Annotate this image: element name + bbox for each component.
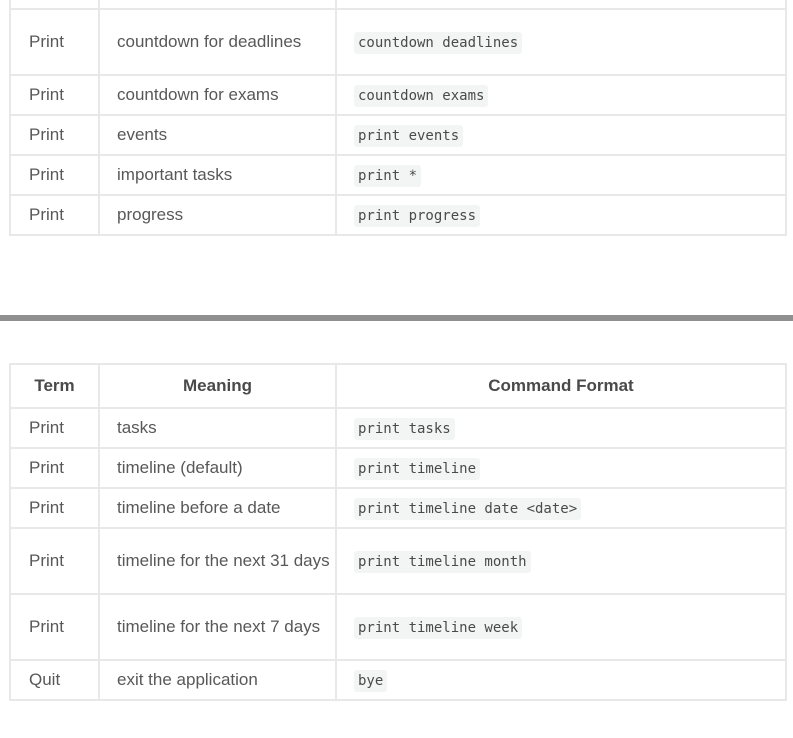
commands-table-continued: Print countdown for deadlines countdown … bbox=[9, 0, 787, 236]
command-code: countdown deadlines bbox=[354, 32, 523, 54]
command-cell: print timeline week bbox=[335, 593, 787, 661]
header-term: Term bbox=[9, 363, 100, 409]
header-command-format: Command Format bbox=[335, 363, 787, 409]
meaning-cell: countdown for deadlines bbox=[98, 8, 337, 76]
command-cell: print * bbox=[335, 154, 787, 196]
table-row: Print tasks print tasks bbox=[9, 407, 787, 449]
term-cell: Print bbox=[9, 407, 100, 449]
term-cell: Print bbox=[9, 447, 100, 489]
meaning-cell: progress bbox=[98, 194, 337, 236]
table-row: Print progress print progress bbox=[9, 194, 787, 236]
header-meaning: Meaning bbox=[98, 363, 337, 409]
command-code: print timeline month bbox=[354, 551, 531, 573]
command-cell: countdown deadlines bbox=[335, 8, 787, 76]
table-row: Print timeline for the next 7 days print… bbox=[9, 593, 787, 661]
meaning-cell: important tasks bbox=[98, 154, 337, 196]
table-row: Print timeline before a date print timel… bbox=[9, 487, 787, 529]
command-cell: print timeline bbox=[335, 447, 787, 489]
term-cell: Print bbox=[9, 527, 100, 595]
term-cell: Print bbox=[9, 74, 100, 116]
table-row: Print countdown for deadlines countdown … bbox=[9, 8, 787, 76]
command-code: bye bbox=[354, 670, 388, 692]
command-code: print * bbox=[354, 165, 422, 187]
table-row bbox=[9, 0, 787, 10]
command-code: print timeline week bbox=[354, 617, 523, 639]
term-cell: Quit bbox=[9, 659, 100, 701]
table-row: Print timeline (default) print timeline bbox=[9, 447, 787, 489]
command-code: print timeline bbox=[354, 458, 481, 480]
term-cell: Print bbox=[9, 487, 100, 529]
table-row: Quit exit the application bye bbox=[9, 659, 787, 701]
term-cell: Print bbox=[9, 194, 100, 236]
term-cell: Print bbox=[9, 593, 100, 661]
table-row: Print important tasks print * bbox=[9, 154, 787, 196]
command-cell: bye bbox=[335, 659, 787, 701]
meaning-cell: events bbox=[98, 114, 337, 156]
command-code: countdown exams bbox=[354, 85, 489, 107]
table-row: Print events print events bbox=[9, 114, 787, 156]
command-cell: print tasks bbox=[335, 407, 787, 449]
meaning-cell bbox=[98, 0, 337, 10]
command-cell: countdown exams bbox=[335, 74, 787, 116]
table-row: Print timeline for the next 31 days prin… bbox=[9, 527, 787, 595]
command-code: print timeline date <date> bbox=[354, 498, 582, 520]
commands-table: Term Meaning Command Format Print tasks … bbox=[9, 363, 787, 701]
command-cell: print events bbox=[335, 114, 787, 156]
command-cell: print progress bbox=[335, 194, 787, 236]
meaning-cell: timeline (default) bbox=[98, 447, 337, 489]
command-cell: print timeline date <date> bbox=[335, 487, 787, 529]
meaning-cell: tasks bbox=[98, 407, 337, 449]
command-code: print tasks bbox=[354, 418, 455, 440]
table-row: Print countdown for exams countdown exam… bbox=[9, 74, 787, 116]
term-cell: Print bbox=[9, 8, 100, 76]
term-cell: Print bbox=[9, 154, 100, 196]
meaning-cell: timeline for the next 7 days bbox=[98, 593, 337, 661]
meaning-cell: exit the application bbox=[98, 659, 337, 701]
command-cell: print timeline month bbox=[335, 527, 787, 595]
meaning-cell: timeline for the next 31 days bbox=[98, 527, 337, 595]
command-cell bbox=[335, 0, 787, 10]
meaning-cell: countdown for exams bbox=[98, 74, 337, 116]
section-divider bbox=[0, 315, 793, 321]
term-cell: Print bbox=[9, 114, 100, 156]
table-header-row: Term Meaning Command Format bbox=[9, 363, 787, 409]
term-cell bbox=[9, 0, 100, 10]
meaning-cell: timeline before a date bbox=[98, 487, 337, 529]
command-code: print progress bbox=[354, 205, 481, 227]
command-code: print events bbox=[354, 125, 464, 147]
